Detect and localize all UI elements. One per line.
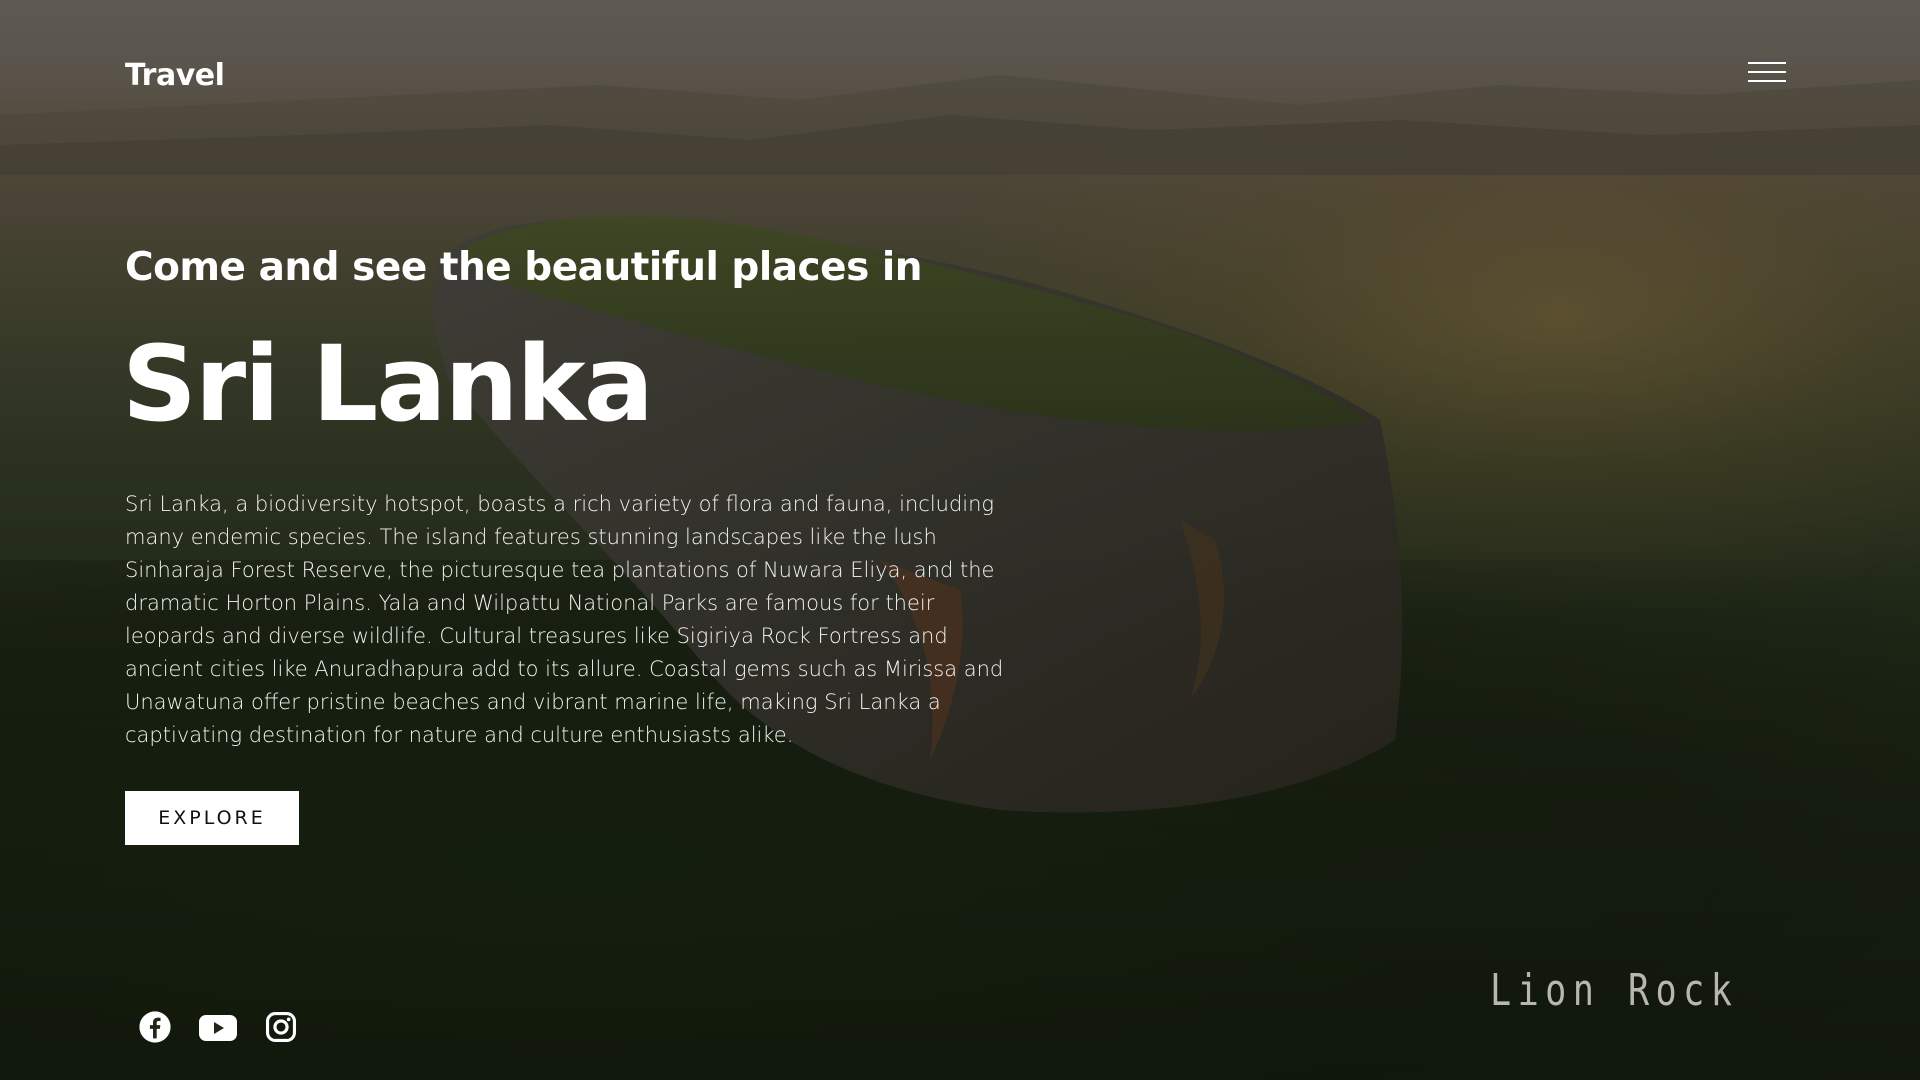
hero-subtitle: Come and see the beautiful places in: [125, 245, 923, 290]
hero-title: Sri Lanka: [122, 323, 654, 445]
site-logo[interactable]: Travel: [125, 58, 225, 93]
social-links: [138, 1010, 308, 1046]
menu-line: [1748, 62, 1786, 64]
place-label: Lion Rock: [1490, 965, 1739, 1016]
hero-description: Sri Lanka, a biodiversity hotspot, boast…: [125, 492, 1004, 747]
hero-section: Travel Come and see the beautiful places…: [0, 0, 1920, 1080]
youtube-icon[interactable]: [198, 1013, 238, 1043]
instagram-icon[interactable]: [264, 1010, 300, 1046]
menu-line: [1748, 71, 1786, 73]
facebook-icon[interactable]: [138, 1010, 174, 1046]
explore-button[interactable]: EXPLORE: [125, 791, 299, 845]
menu-line: [1748, 80, 1786, 82]
hamburger-menu-button[interactable]: [1748, 62, 1788, 88]
